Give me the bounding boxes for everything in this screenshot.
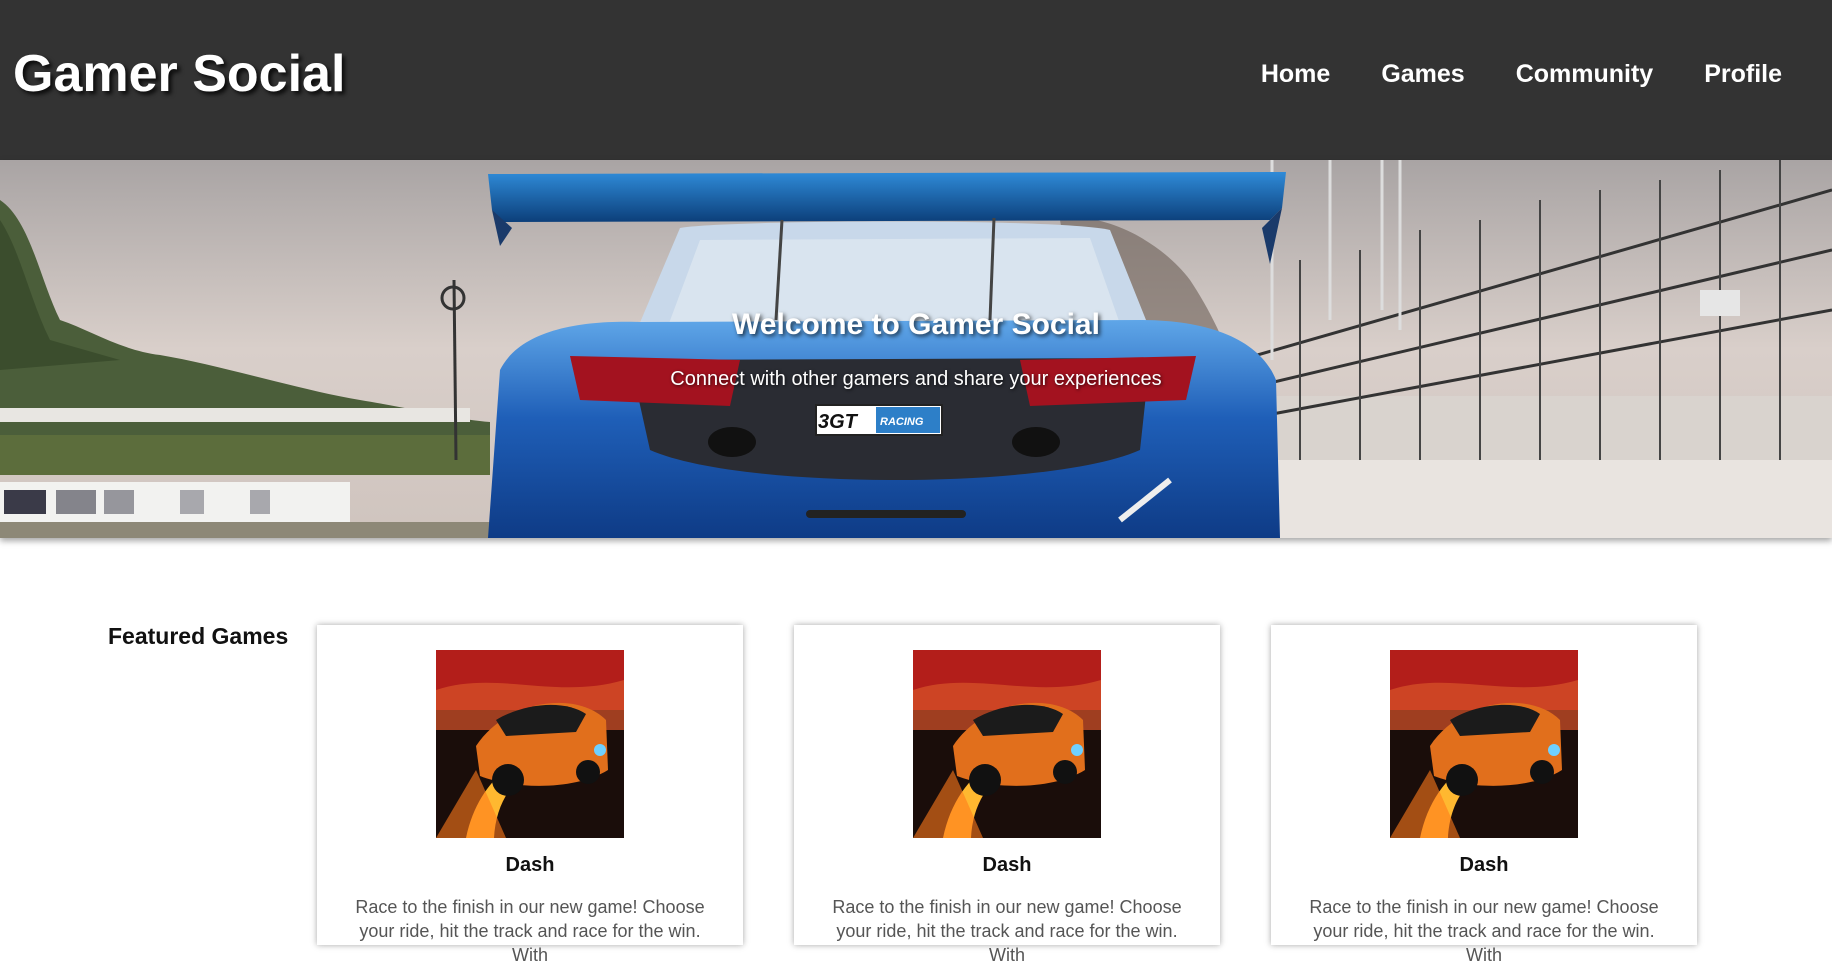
game-description: Race to the finish in our new game! Choo… — [355, 897, 705, 965]
game-card[interactable]: Dash Race to the finish in our new game!… — [1271, 625, 1697, 965]
game-description: Race to the finish in our new game! Choo… — [832, 897, 1182, 965]
game-title[interactable]: Dash — [1271, 854, 1697, 877]
nav-home[interactable]: Home — [1261, 60, 1330, 89]
game-cover-image[interactable] — [1390, 650, 1578, 838]
nav-games[interactable]: Games — [1381, 60, 1464, 89]
game-card[interactable]: Dash Race to the finish in our new game!… — [794, 625, 1220, 965]
badge-text: 3GT — [818, 411, 859, 433]
game-cover-image[interactable] — [913, 650, 1101, 838]
site-header: Gamer Social Home Games Community Profil… — [0, 0, 1832, 160]
nav-profile[interactable]: Profile — [1704, 60, 1782, 89]
hero-banner: 3GT RACING Welcome to Gamer Social Conne… — [0, 160, 1832, 538]
site-title[interactable]: Gamer Social — [13, 44, 345, 104]
game-title[interactable]: Dash — [794, 854, 1220, 877]
game-description: Race to the finish in our new game! Choo… — [1309, 897, 1659, 965]
hero-subtitle: Connect with other gamers and share your… — [670, 368, 1162, 390]
badge-sub: RACING — [880, 416, 924, 428]
game-title[interactable]: Dash — [317, 854, 743, 877]
nav-community[interactable]: Community — [1516, 60, 1654, 89]
main-nav: Home Games Community Profile — [1210, 60, 1782, 89]
game-cover-image[interactable] — [436, 650, 624, 838]
game-card[interactable]: Dash Race to the finish in our new game!… — [317, 625, 743, 965]
hero-race-car-image: 3GT RACING — [0, 160, 1832, 538]
featured-games-heading: Featured Games — [108, 623, 289, 649]
hero-title: Welcome to Gamer Social — [732, 308, 1100, 341]
